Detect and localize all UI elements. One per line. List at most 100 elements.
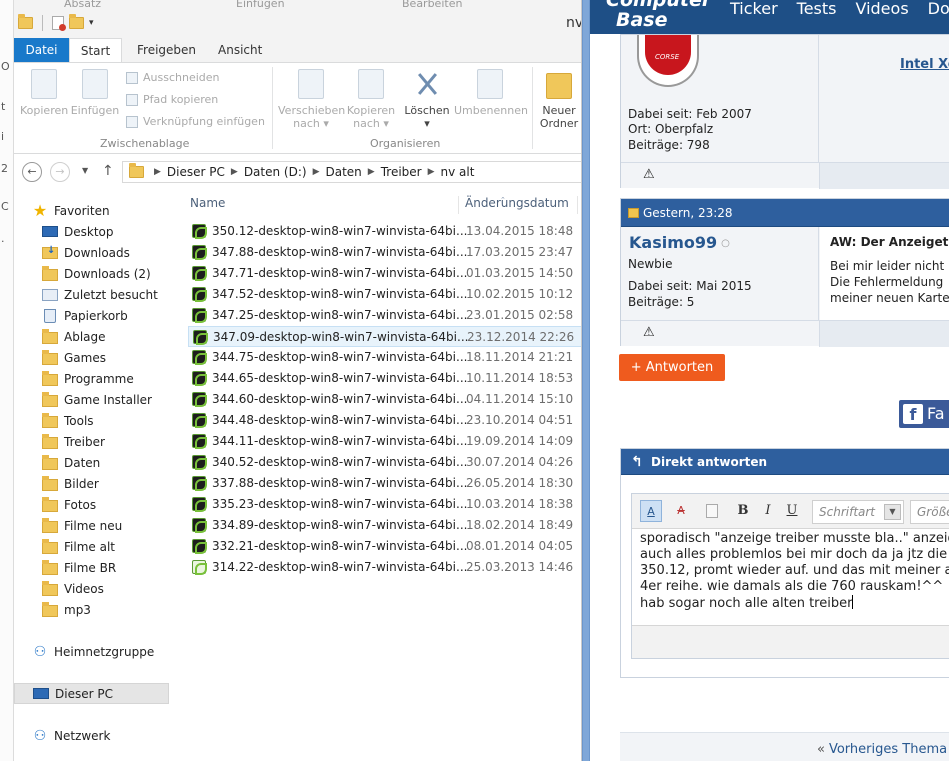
- file-row[interactable]: 344.75-desktop-win8-win7-winvista-64bi..…: [188, 347, 581, 368]
- file-row[interactable]: 344.65-desktop-win8-win7-winvista-64bi..…: [188, 368, 581, 389]
- breadcrumb-item[interactable]: nv alt: [441, 165, 475, 179]
- nav-item-filme-neu[interactable]: Filme neu: [42, 515, 170, 536]
- bold-button[interactable]: B: [732, 500, 754, 522]
- file-row[interactable]: 350.12-desktop-win8-win7-winvista-64bi..…: [188, 221, 581, 242]
- cut-label: Ausschneiden: [143, 71, 220, 84]
- nav-item-tools[interactable]: Tools: [42, 410, 170, 431]
- font-family-select[interactable]: Schriftart ▼: [812, 500, 904, 524]
- report-icon[interactable]: ⚠: [643, 325, 655, 340]
- tab-view[interactable]: Ansicht: [207, 38, 273, 62]
- cut-button[interactable]: Ausschneiden: [126, 71, 220, 84]
- reply-button[interactable]: + Antworten: [619, 354, 725, 381]
- chevron-down-icon[interactable]: ▾: [89, 18, 94, 28]
- report-icon[interactable]: ⚠: [643, 167, 655, 182]
- paste-button[interactable]: [702, 500, 722, 522]
- chevron-down-icon[interactable]: ▼: [82, 166, 88, 175]
- nav-item-mp3[interactable]: mp3: [42, 599, 170, 620]
- file-row[interactable]: 347.71-desktop-win8-win7-winvista-64bi..…: [188, 263, 581, 284]
- underline-button[interactable]: U: [781, 500, 803, 522]
- column-divider[interactable]: [458, 196, 459, 214]
- nvidia-installer-icon: [192, 392, 207, 407]
- breadcrumb-item[interactable]: Treiber: [381, 165, 422, 179]
- copy-path-button[interactable]: Pfad kopieren: [126, 93, 218, 106]
- back-arrow-icon[interactable]: ←: [22, 162, 42, 182]
- nav-item-desktop[interactable]: Desktop: [42, 221, 170, 242]
- facebook-share-button[interactable]: f Fa: [899, 400, 949, 428]
- column-divider[interactable]: [577, 196, 578, 214]
- file-row[interactable]: 332.21-desktop-win8-win7-winvista-64bi..…: [188, 536, 581, 557]
- previous-thread-link[interactable]: «Vorheriges Thema: [817, 742, 947, 757]
- italic-button[interactable]: I: [757, 500, 779, 522]
- chevron-down-icon: ▾: [424, 117, 430, 130]
- paste-button[interactable]: Einfügen: [70, 69, 120, 117]
- nav-item-ablage[interactable]: Ablage: [42, 326, 170, 347]
- chevron-down-icon[interactable]: ▼: [884, 504, 901, 520]
- site-logo[interactable]: Computer Base: [606, 0, 711, 30]
- post-link[interactable]: Intel Xe: [900, 57, 949, 72]
- delete-button[interactable]: Löschen ▾: [402, 69, 452, 130]
- nav-favorites[interactable]: ★ Favoriten: [32, 200, 188, 221]
- nav-item-programme[interactable]: Programme: [42, 368, 170, 389]
- file-row-selected[interactable]: 347.09-desktop-win8-win7-winvista-64bi..…: [188, 326, 581, 347]
- tab-file[interactable]: Datei: [14, 38, 69, 62]
- tab-start[interactable]: Start: [69, 38, 122, 62]
- font-color-button[interactable]: A: [640, 500, 662, 522]
- remove-format-button[interactable]: A: [670, 500, 692, 522]
- font-size-select[interactable]: Größe: [910, 500, 949, 524]
- nav-item-recycle-bin[interactable]: Papierkorb: [42, 305, 170, 326]
- column-header-date[interactable]: Änderungsdatum: [465, 196, 569, 210]
- file-row[interactable]: 344.60-desktop-win8-win7-winvista-64bi..…: [188, 389, 581, 410]
- folder-icon: [42, 559, 58, 575]
- nav-ticker[interactable]: Ticker: [730, 0, 778, 18]
- reply-textarea[interactable]: sporadisch "anzeige treiber musste bla..…: [632, 528, 949, 626]
- file-row[interactable]: 347.88-desktop-win8-win7-winvista-64bi..…: [188, 242, 581, 263]
- tab-share[interactable]: Freigeben: [126, 38, 207, 62]
- up-arrow-icon[interactable]: ↑: [102, 163, 114, 179]
- nav-item-downloads-2[interactable]: Downloads (2): [42, 263, 170, 284]
- file-row[interactable]: 337.88-desktop-win8-win7-winvista-64bi..…: [188, 473, 581, 494]
- folder-icon[interactable]: [18, 14, 33, 29]
- author-name[interactable]: Kasimo99 ○: [629, 233, 730, 252]
- new-folder-button[interactable]: Neuer Ordner: [536, 69, 581, 130]
- copy-button[interactable]: Kopieren: [20, 69, 68, 117]
- file-row[interactable]: 334.89-desktop-win8-win7-winvista-64bi..…: [188, 515, 581, 536]
- nav-item-videos[interactable]: Videos: [42, 578, 170, 599]
- nav-item-recent[interactable]: Zuletzt besucht: [42, 284, 170, 305]
- column-header-name[interactable]: Name: [190, 196, 225, 210]
- file-row[interactable]: 344.11-desktop-win8-win7-winvista-64bi..…: [188, 431, 581, 452]
- move-to-button[interactable]: Verschieben nach ▾: [278, 69, 345, 130]
- new-folder-icon[interactable]: [69, 14, 84, 29]
- paste-shortcut-button[interactable]: Verknüpfung einfügen: [126, 115, 265, 128]
- file-row[interactable]: 335.23-desktop-win8-win7-winvista-64bi..…: [188, 494, 581, 515]
- nav-item-daten[interactable]: Daten: [42, 452, 170, 473]
- nav-item-filme-alt[interactable]: Filme alt: [42, 536, 170, 557]
- file-row[interactable]: 340.52-desktop-win8-win7-winvista-64bi..…: [188, 452, 581, 473]
- nav-downloads[interactable]: Dow: [928, 0, 949, 18]
- file-row[interactable]: 347.25-desktop-win8-win7-winvista-64bi..…: [188, 305, 581, 326]
- nav-item-games[interactable]: Games: [42, 347, 170, 368]
- rename-button[interactable]: Umbenennen: [454, 69, 528, 117]
- nav-item-bilder[interactable]: Bilder: [42, 473, 170, 494]
- nav-item-filme-br[interactable]: Filme BR: [42, 557, 170, 578]
- breadcrumb[interactable]: ▶ Dieser PC ▶ Daten (D:) ▶ Daten ▶ Treib…: [122, 161, 581, 183]
- nav-item-treiber[interactable]: Treiber: [42, 431, 170, 452]
- nav-tests[interactable]: Tests: [797, 0, 837, 18]
- nav-item-fotos[interactable]: Fotos: [42, 494, 170, 515]
- file-row[interactable]: 314.22-desktop-win8-win7-winvista-64bi..…: [188, 557, 581, 578]
- file-row[interactable]: 347.52-desktop-win8-win7-winvista-64bi..…: [188, 284, 581, 305]
- nav-item-game-installer[interactable]: Game Installer: [42, 389, 170, 410]
- nav-this-pc[interactable]: Dieser PC: [14, 683, 169, 704]
- breadcrumb-item[interactable]: Daten (D:): [244, 165, 307, 179]
- user-avatar[interactable]: CORSE: [637, 35, 699, 87]
- file-row[interactable]: 344.48-desktop-win8-win7-winvista-64bi..…: [188, 410, 581, 431]
- nav-item-downloads[interactable]: Downloads: [42, 242, 170, 263]
- post-content: AW: Der Anzeigetr Bei mir leider nicht D…: [820, 227, 949, 321]
- properties-icon[interactable]: [52, 16, 66, 31]
- copy-to-button[interactable]: Kopieren nach ▾: [346, 69, 396, 130]
- nav-network[interactable]: ⚇ Netzwerk: [32, 725, 188, 746]
- nav-videos[interactable]: Videos: [855, 0, 908, 18]
- nav-homegroup[interactable]: ⚇ Heimnetzgruppe: [32, 641, 188, 662]
- breadcrumb-item[interactable]: Daten: [325, 165, 361, 179]
- breadcrumb-item[interactable]: Dieser PC: [167, 165, 225, 179]
- forward-arrow-icon[interactable]: →: [50, 162, 70, 182]
